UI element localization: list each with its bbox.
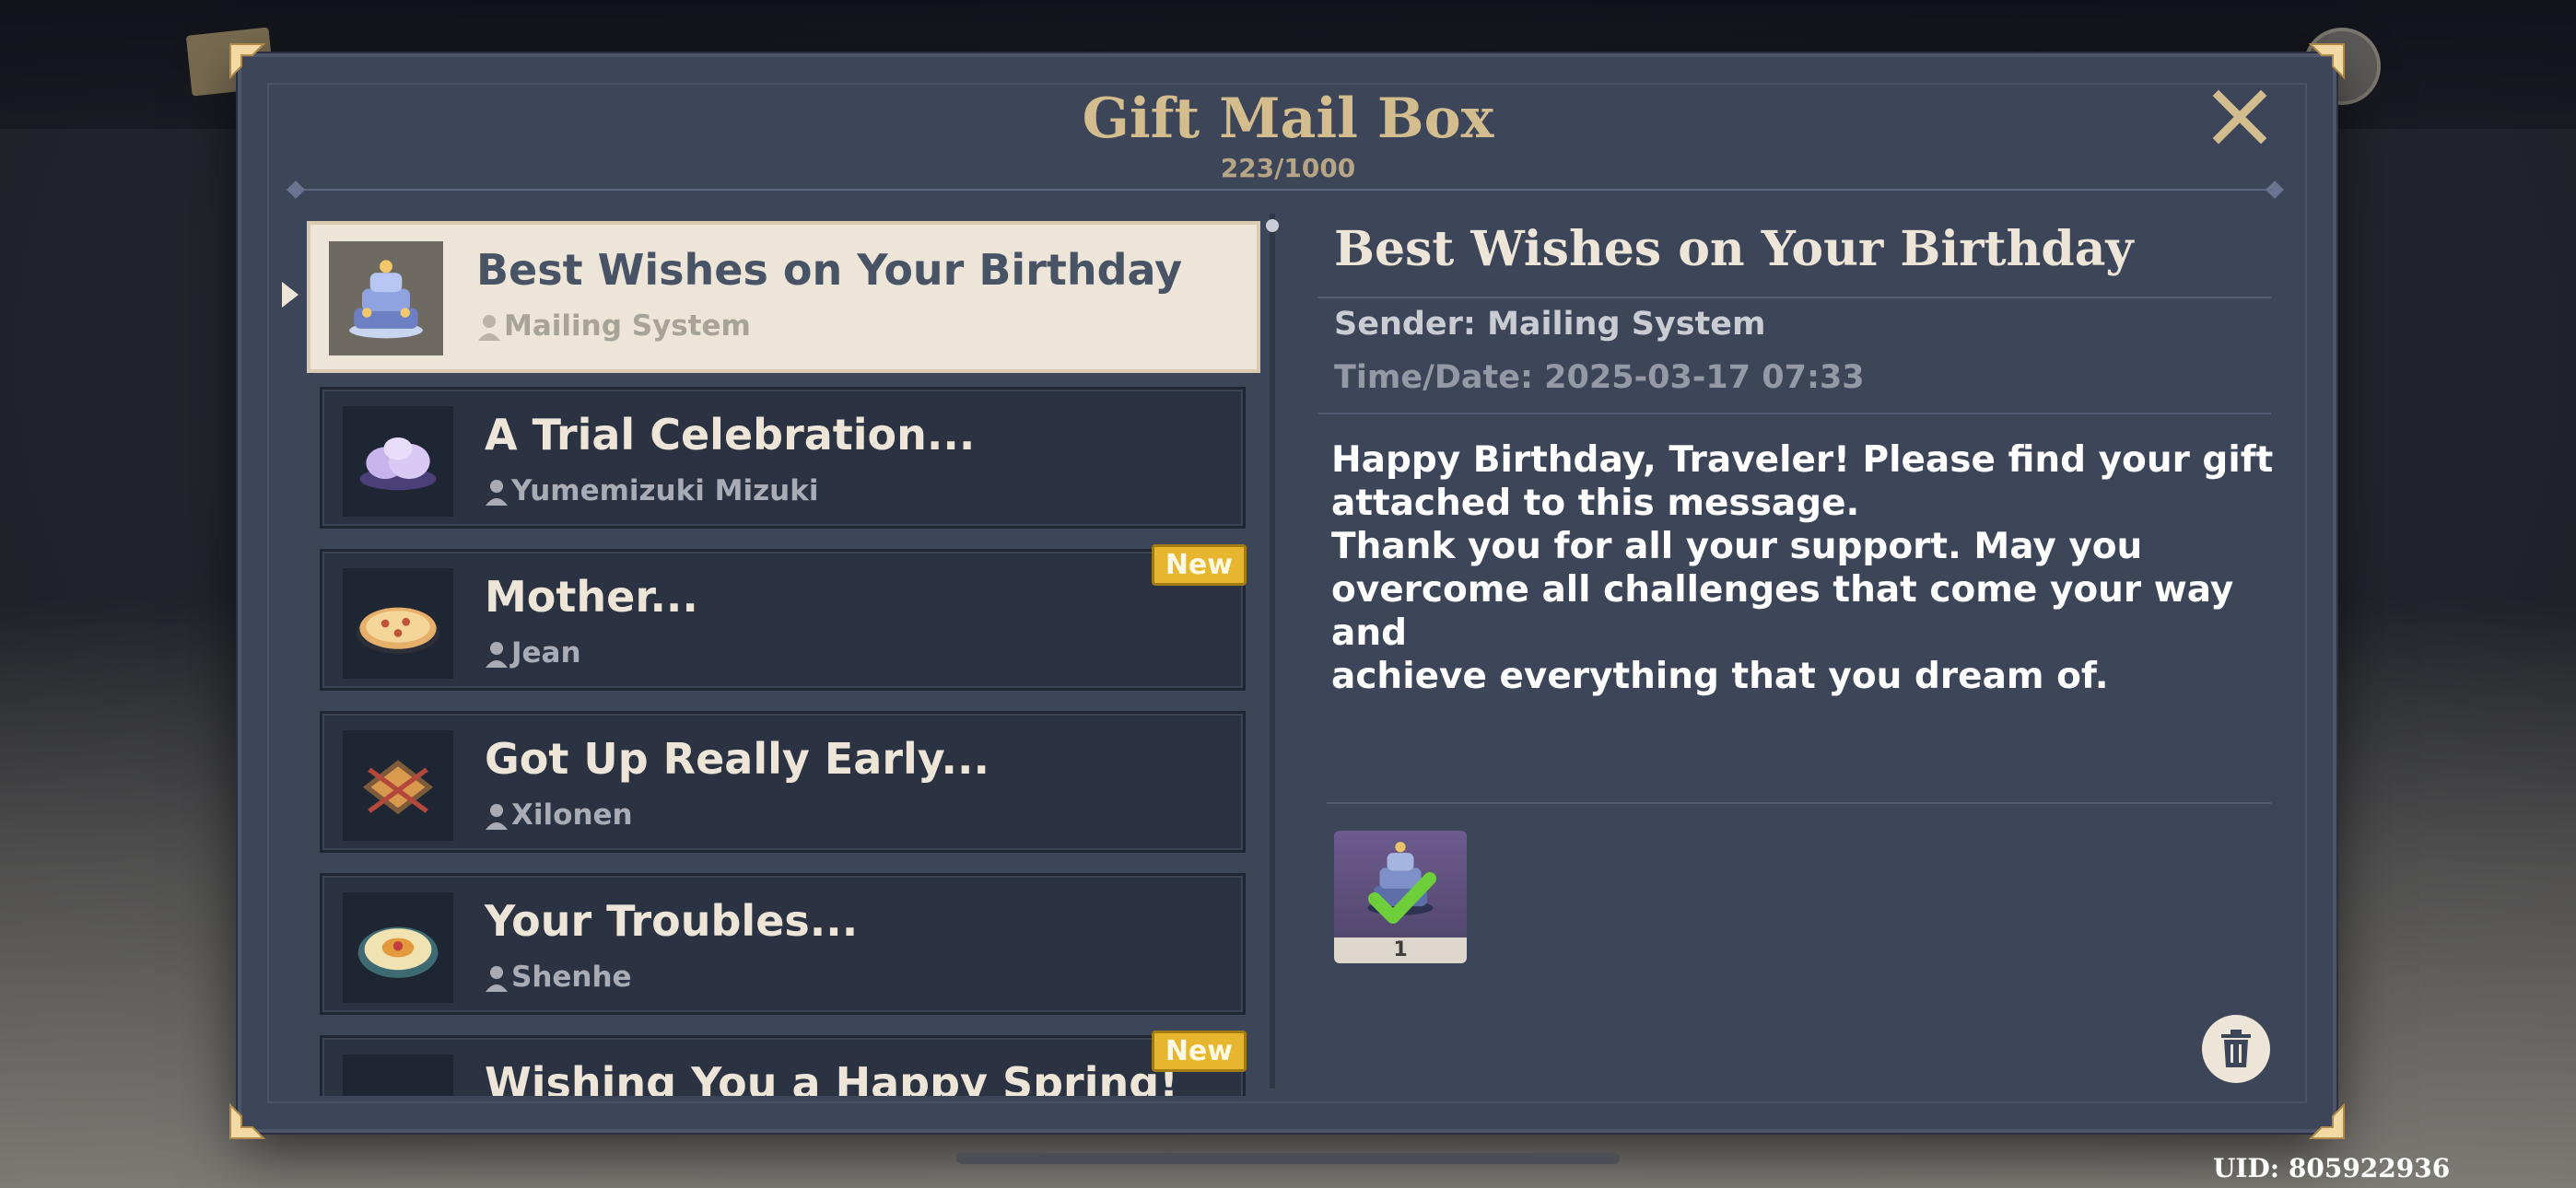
mail-sender: Shenhe — [511, 961, 632, 994]
attachment-item[interactable]: 1 — [1334, 831, 1467, 963]
mail-item[interactable]: A Trial Celebration... Yumemizuki Mizuki — [320, 387, 1246, 529]
mail-body-line: achieve everything that you dream of. — [1331, 656, 2109, 697]
birthday-cake-icon — [329, 241, 443, 355]
person-icon — [486, 804, 508, 830]
detail-time: Time/Date: 2025-03-17 07:33 — [1334, 359, 1865, 396]
mail-sender: Mailing System — [504, 309, 751, 343]
mail-item[interactable]: Best Wishes on Your Birthday Mailing Sys… — [307, 221, 1260, 373]
food-dish-icon — [343, 1054, 453, 1096]
mail-list-scrollbar[interactable] — [1266, 214, 1279, 1089]
corner-ornament-icon — [2307, 1101, 2348, 1142]
mail-body-line: Happy Birthday, Traveler! Please find yo… — [1331, 439, 2274, 481]
mail-subject: Best Wishes on Your Birthday — [476, 245, 1183, 295]
uid-label: UID: 805922936 — [2213, 1153, 2451, 1183]
attachment-quantity: 1 — [1334, 938, 1467, 963]
mail-subject: Your Troubles... — [485, 896, 859, 946]
corner-ornament-icon — [227, 41, 267, 81]
new-badge: New — [1151, 544, 1247, 586]
detail-sender: Sender: Mailing System — [1334, 306, 1766, 343]
close-icon — [2212, 89, 2267, 145]
home-indicator[interactable] — [956, 1153, 1620, 1164]
mail-item[interactable]: Mother... Jean New — [320, 544, 1247, 691]
soup-bowl-icon — [343, 892, 453, 1003]
detail-divider — [1317, 413, 2271, 414]
corner-ornament-icon — [2307, 41, 2348, 81]
mail-count: 223/1000 — [1220, 153, 1356, 183]
purple-dessert-icon — [343, 406, 453, 517]
mail-item[interactable]: Wishing You a Happy Spring! New — [320, 1031, 1247, 1096]
scrollbar-thumb[interactable] — [1266, 219, 1279, 232]
mail-sender: Jean — [511, 636, 581, 670]
mail-body: Happy Birthday, Traveler! Please find yo… — [1331, 438, 2289, 698]
mail-subject: Wishing You a Happy Spring! — [485, 1058, 1179, 1096]
dialog-title: Gift Mail Box — [1082, 87, 1494, 151]
mail-body-line: overcome all challenges that come your w… — [1331, 569, 2234, 654]
mail-list: Best Wishes on Your Birthday Mailing Sys… — [307, 221, 1260, 1096]
mail-sender: Xilonen — [511, 798, 633, 832]
mail-body-line: attached to this message. — [1331, 483, 1860, 524]
person-icon — [486, 642, 508, 668]
title-divider — [287, 181, 2284, 199]
person-icon — [486, 480, 508, 506]
selection-arrow-icon — [282, 282, 299, 308]
new-badge: New — [1151, 1031, 1247, 1072]
skewer-dish-icon — [343, 730, 453, 841]
detail-divider — [1317, 297, 2271, 298]
person-icon — [486, 966, 508, 992]
corner-ornament-icon — [227, 1101, 267, 1142]
mail-sender: Yumemizuki Mizuki — [511, 474, 819, 507]
mail-subject: A Trial Celebration... — [485, 410, 976, 460]
pizza-dish-icon — [343, 568, 453, 679]
person-icon — [478, 315, 500, 341]
mail-subject: Mother... — [485, 572, 698, 622]
mail-item[interactable]: Your Troubles... Shenhe — [320, 873, 1246, 1015]
trash-icon — [2221, 1030, 2251, 1067]
close-button[interactable] — [2211, 88, 2268, 146]
attachment-divider — [1327, 802, 2271, 804]
mail-body-line: Thank you for all your support. May you — [1331, 526, 2143, 567]
mail-item[interactable]: Got Up Really Early... Xilonen — [320, 711, 1246, 853]
delete-button[interactable] — [2202, 1015, 2270, 1083]
mail-subject: Got Up Really Early... — [485, 734, 989, 784]
detail-title: Best Wishes on Your Birthday — [1334, 221, 2134, 277]
